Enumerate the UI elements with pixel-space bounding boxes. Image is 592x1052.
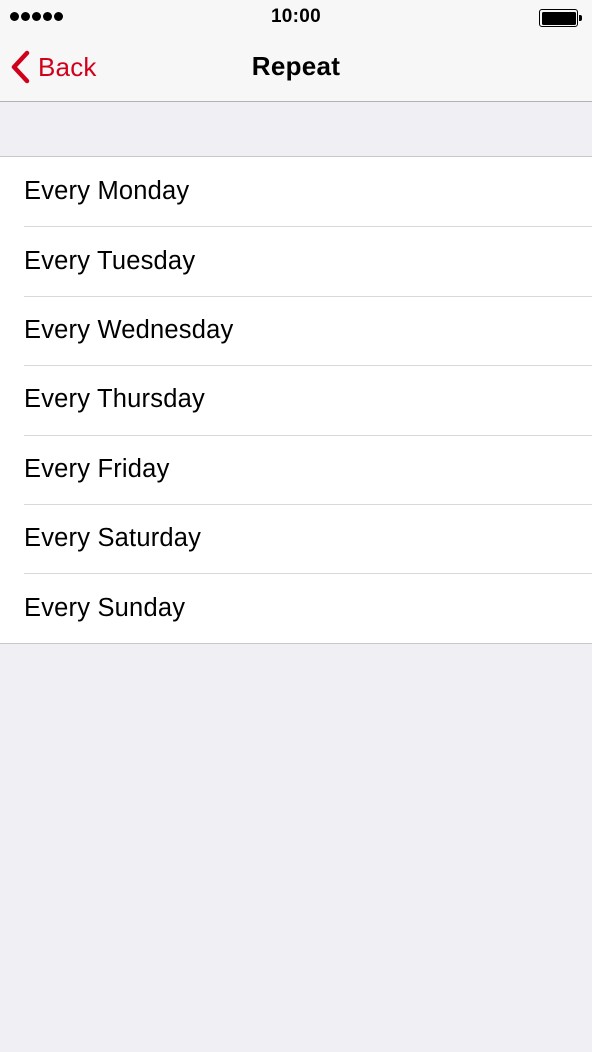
- navigation-bar: Back Repeat: [0, 34, 592, 102]
- status-bar: 10:00: [0, 0, 592, 34]
- list-item-every-saturday[interactable]: Every Saturday: [0, 503, 592, 573]
- list-item-label: Every Friday: [24, 454, 170, 483]
- status-time: 10:00: [270, 6, 322, 27]
- page-title: Repeat: [251, 51, 341, 81]
- list-item-every-friday[interactable]: Every Friday: [0, 434, 592, 504]
- list-item-every-tuesday[interactable]: Every Tuesday: [0, 226, 592, 295]
- list-item-label: Every Sunday: [24, 593, 186, 622]
- list-item-every-sunday[interactable]: Every Sunday: [0, 573, 592, 642]
- battery-fill: [541, 11, 576, 25]
- list-item-label: Every Wednesday: [24, 315, 234, 344]
- battery-icon: [539, 9, 582, 27]
- list-item-every-monday[interactable]: Every Monday: [0, 157, 592, 226]
- battery-tip: [579, 15, 582, 21]
- repeat-options-list: Every Monday Every Tuesday Every Wednesd…: [0, 156, 592, 644]
- list-item-label: Every Thursday: [24, 385, 205, 414]
- list-item-label: Every Saturday: [24, 524, 202, 553]
- list-item-label: Every Tuesday: [24, 246, 196, 275]
- battery-body: [539, 9, 578, 27]
- list-item-label: Every Monday: [24, 177, 190, 206]
- list-item-every-thursday[interactable]: Every Thursday: [0, 365, 592, 434]
- list-item-every-wednesday[interactable]: Every Wednesday: [0, 295, 592, 365]
